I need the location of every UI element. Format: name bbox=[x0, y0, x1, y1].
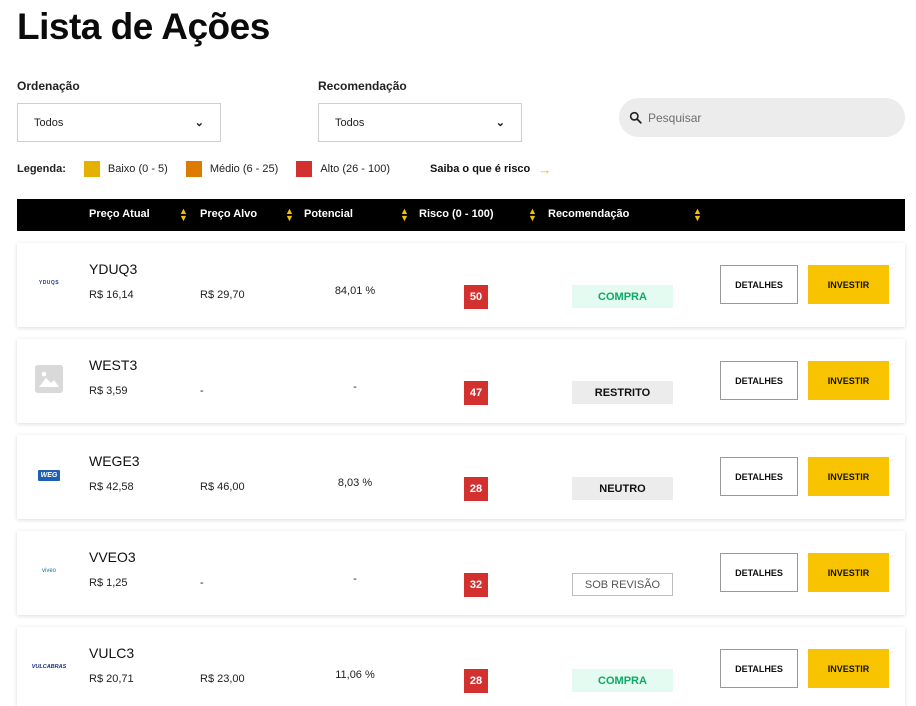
preco-alvo: - bbox=[200, 385, 204, 397]
weg-logo: WEG bbox=[31, 460, 67, 490]
legend-item-baixo: Baixo (0 - 5) bbox=[83, 161, 168, 177]
recommendation-badge: COMPRA bbox=[572, 285, 673, 308]
saiba-risco-text: Saiba o que é risco bbox=[430, 163, 531, 175]
recomendacao-label: Recomendação bbox=[318, 79, 407, 93]
table-row: WEST3 R$ 3,59 - - 47 RESTRITO DETALHES I… bbox=[17, 339, 905, 423]
search-box[interactable] bbox=[619, 98, 905, 137]
sort-icon[interactable]: ▲ ▼ bbox=[693, 207, 702, 223]
legend-label-alto: Alto (26 - 100) bbox=[320, 163, 391, 175]
chevron-down-icon: ⌄ bbox=[194, 117, 204, 129]
recommendation-badge: RESTRITO bbox=[572, 381, 673, 404]
page-title: Lista de Ações bbox=[17, 6, 270, 47]
preco-alvo: R$ 46,00 bbox=[200, 481, 245, 493]
preco-atual: R$ 42,58 bbox=[89, 481, 134, 493]
risk-badge: 47 bbox=[464, 381, 488, 405]
preco-atual: R$ 20,71 bbox=[89, 673, 134, 685]
yduqs-logo: YDUQS bbox=[38, 280, 60, 286]
potencial: - bbox=[353, 381, 357, 393]
header-potencial[interactable]: Potencial bbox=[304, 208, 353, 220]
ordenacao-value: Todos bbox=[34, 116, 64, 129]
legend-title: Legenda: bbox=[17, 163, 66, 175]
details-button[interactable]: DETALHES bbox=[720, 265, 798, 304]
legend-item-medio: Médio (6 - 25) bbox=[185, 161, 279, 177]
viveo-logo: viveo bbox=[41, 568, 56, 574]
risk-badge: 32 bbox=[464, 573, 488, 597]
invest-button[interactable]: INVESTIR bbox=[808, 553, 889, 592]
preco-alvo: R$ 29,70 bbox=[200, 289, 245, 301]
table-row: YDUQS YDUQ3 R$ 16,14 R$ 29,70 84,01 % 50… bbox=[17, 243, 905, 327]
invest-button[interactable]: INVESTIR bbox=[808, 265, 889, 304]
ordenacao-select[interactable]: Todos ⌄ bbox=[17, 103, 221, 142]
details-button[interactable]: DETALHES bbox=[720, 361, 798, 400]
invest-button[interactable]: INVESTIR bbox=[808, 457, 889, 496]
legend-item-alto: Alto (26 - 100) bbox=[296, 161, 390, 177]
table-row: WEG WEGE3 R$ 42,58 R$ 46,00 8,03 % 28 NE… bbox=[17, 435, 905, 519]
ticker: VULC3 bbox=[89, 645, 135, 661]
sort-icon[interactable]: ▲ ▼ bbox=[400, 207, 409, 223]
recommendation-badge: NEUTRO bbox=[572, 477, 673, 500]
sort-icon[interactable]: ▲ ▼ bbox=[285, 207, 294, 223]
ticker: VVEO3 bbox=[89, 549, 136, 565]
sort-icon[interactable]: ▲ ▼ bbox=[179, 207, 188, 223]
chevron-down-icon: ⌄ bbox=[495, 117, 505, 129]
ticker: WEST3 bbox=[89, 357, 138, 373]
recommendation-badge: SOB REVISÃO bbox=[572, 573, 673, 596]
saiba-risco-link[interactable]: Saiba o que é risco → bbox=[430, 162, 551, 177]
risk-badge: 28 bbox=[464, 669, 488, 693]
details-button[interactable]: DETALHES bbox=[720, 457, 798, 496]
table-header: Preço Atual ▲ ▼ Preço Alvo ▲ ▼ Potencial ▲… bbox=[17, 199, 905, 231]
risk-badge: 50 bbox=[464, 285, 488, 309]
header-preco-atual[interactable]: Preço Atual bbox=[89, 208, 150, 220]
preco-atual: R$ 16,14 bbox=[89, 289, 134, 301]
preco-alvo: - bbox=[200, 577, 204, 589]
preco-alvo: R$ 23,00 bbox=[200, 673, 245, 685]
recomendacao-value: Todos bbox=[335, 116, 365, 129]
invest-button[interactable]: INVESTIR bbox=[808, 361, 889, 400]
search-input[interactable] bbox=[648, 110, 878, 125]
sort-icon[interactable]: ▲ ▼ bbox=[528, 207, 537, 223]
potencial: 8,03 % bbox=[337, 477, 373, 489]
header-risco[interactable]: Risco (0 - 100) bbox=[419, 208, 494, 220]
table-row: viveo VVEO3 R$ 1,25 - - 32 SOB REVISÃO D… bbox=[17, 531, 905, 615]
potencial: - bbox=[353, 573, 357, 585]
ordenacao-label: Ordenação bbox=[17, 79, 80, 93]
preco-atual: R$ 3,59 bbox=[89, 385, 128, 397]
recomendacao-select[interactable]: Todos ⌄ bbox=[318, 103, 522, 142]
ticker: YDUQ3 bbox=[89, 261, 138, 277]
recommendation-badge: COMPRA bbox=[572, 669, 673, 692]
image-placeholder-icon bbox=[31, 364, 67, 394]
legend-swatch-baixo bbox=[83, 161, 100, 177]
risk-badge: 28 bbox=[464, 477, 488, 501]
legend-label-medio: Médio (6 - 25) bbox=[209, 163, 279, 175]
legend: Legenda: Baixo (0 - 5) Médio (6 - 25) Al… bbox=[17, 160, 551, 178]
header-recomendacao[interactable]: Recomendação bbox=[548, 208, 629, 220]
potencial: 84,01 % bbox=[334, 285, 376, 297]
preco-atual: R$ 1,25 bbox=[89, 577, 128, 589]
invest-button[interactable]: INVESTIR bbox=[808, 649, 889, 688]
potencial: 11,06 % bbox=[335, 669, 375, 681]
table-row: VULCABRAS VULC3 R$ 20,71 R$ 23,00 11,06 … bbox=[17, 627, 905, 706]
arrow-right-icon: → bbox=[538, 161, 552, 177]
vulcabras-logo: VULCABRAS bbox=[31, 664, 67, 670]
header-preco-alvo[interactable]: Preço Alvo bbox=[200, 208, 257, 220]
ticker: WEGE3 bbox=[89, 453, 140, 469]
legend-label-baixo: Baixo (0 - 5) bbox=[107, 163, 168, 175]
legend-swatch-medio bbox=[185, 161, 202, 177]
search-icon bbox=[629, 111, 642, 124]
details-button[interactable]: DETALHES bbox=[720, 553, 798, 592]
legend-swatch-alto bbox=[296, 161, 313, 177]
details-button[interactable]: DETALHES bbox=[720, 649, 798, 688]
